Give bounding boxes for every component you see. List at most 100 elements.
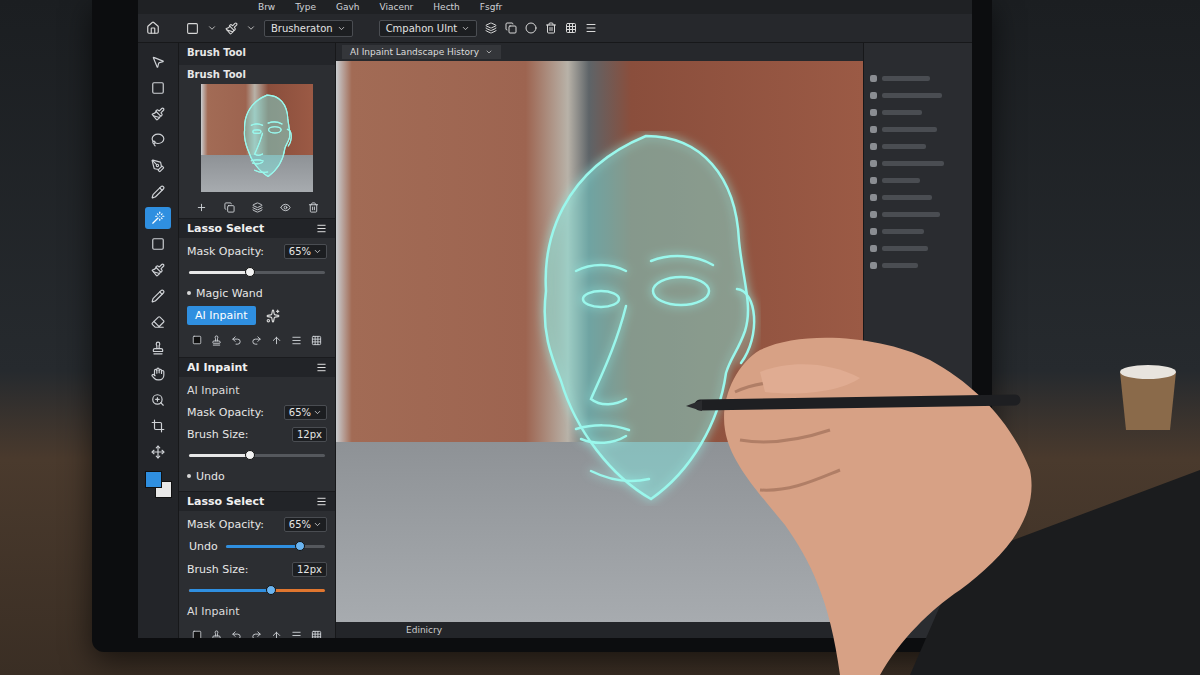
face-overlay[interactable] xyxy=(531,131,761,506)
marquee-icon[interactable] xyxy=(186,22,199,35)
circle-icon[interactable] xyxy=(525,22,537,34)
stamp-icon[interactable] xyxy=(211,630,222,639)
menu-item[interactable]: Brw xyxy=(258,2,275,12)
property-row[interactable] xyxy=(870,243,966,253)
menu-icon[interactable] xyxy=(316,223,327,234)
property-row[interactable] xyxy=(870,141,966,151)
property-bar xyxy=(882,178,920,183)
grid-icon[interactable] xyxy=(311,630,322,639)
undo-icon[interactable] xyxy=(231,335,242,346)
copy-icon[interactable] xyxy=(505,22,517,34)
select-box[interactable]: 65% xyxy=(284,244,327,259)
foreground-color[interactable] xyxy=(145,471,162,488)
tool-button[interactable] xyxy=(145,181,171,203)
property-row[interactable] xyxy=(870,158,966,168)
property-row[interactable] xyxy=(870,90,966,100)
tool-button[interactable] xyxy=(145,103,171,125)
street-photo[interactable] xyxy=(336,61,863,622)
arrow-up-icon[interactable] xyxy=(271,335,282,346)
tool-button[interactable] xyxy=(145,389,171,411)
tool-button[interactable] xyxy=(145,415,171,437)
redo-icon[interactable] xyxy=(251,335,262,346)
grid-icon[interactable] xyxy=(565,22,577,34)
property-row[interactable] xyxy=(870,192,966,202)
grid-icon[interactable] xyxy=(311,335,322,346)
layers-icon[interactable] xyxy=(252,202,263,213)
property-row[interactable] xyxy=(870,175,966,185)
menu-icon[interactable] xyxy=(316,362,327,373)
slider-track[interactable] xyxy=(189,454,325,457)
home-icon[interactable] xyxy=(146,21,160,35)
property-row[interactable] xyxy=(870,226,966,236)
square-icon[interactable] xyxy=(192,630,202,638)
mode-dropdown[interactable]: Cmpahon Ulnt xyxy=(379,20,478,37)
select-box[interactable]: 65% xyxy=(284,517,327,532)
slider-track[interactable] xyxy=(189,271,325,274)
menu-icon[interactable] xyxy=(291,630,302,639)
property-row[interactable] xyxy=(870,73,966,83)
section-header[interactable]: Lasso Select xyxy=(179,219,335,238)
menu-icon[interactable] xyxy=(316,496,327,507)
tool-button[interactable] xyxy=(145,155,171,177)
ai-inpaint-button[interactable]: AI Inpaint xyxy=(187,306,256,325)
eye-icon[interactable] xyxy=(280,202,291,213)
menu-item[interactable]: Type xyxy=(295,2,316,12)
wand-icon xyxy=(151,211,165,225)
tool-button[interactable] xyxy=(145,77,171,99)
tool-button[interactable] xyxy=(145,207,171,229)
section-header[interactable]: Lasso Select xyxy=(179,492,335,511)
property-row[interactable] xyxy=(870,260,966,270)
property-row[interactable] xyxy=(870,107,966,117)
slider-track[interactable] xyxy=(226,545,325,548)
tool-button[interactable] xyxy=(145,311,171,333)
value-field[interactable]: 12px xyxy=(292,562,327,577)
plus-icon[interactable] xyxy=(196,202,207,213)
value-field[interactable]: 12px xyxy=(292,427,327,442)
section-header[interactable]: AI Inpaint xyxy=(179,358,335,377)
tool-button[interactable] xyxy=(145,233,171,255)
sparkles-icon[interactable] xyxy=(266,309,280,323)
slider-knob[interactable] xyxy=(295,541,305,551)
menu-icon[interactable] xyxy=(585,22,597,34)
bullet-row[interactable]: Undo xyxy=(179,467,335,485)
stamp-icon[interactable] xyxy=(211,335,222,346)
redo-icon[interactable] xyxy=(251,630,262,639)
slider-track[interactable] xyxy=(189,589,325,592)
layers-icon[interactable] xyxy=(485,22,497,34)
tool-button[interactable] xyxy=(145,337,171,359)
bullet-row[interactable]: Magic Wand xyxy=(179,284,335,302)
property-icon xyxy=(870,194,877,201)
tool-button[interactable] xyxy=(145,259,171,281)
tool-button[interactable] xyxy=(145,51,171,73)
menu-item[interactable]: Hecth xyxy=(433,2,460,12)
menu-item[interactable]: Gavh xyxy=(336,2,360,12)
zoom-icon xyxy=(151,393,165,407)
undo-icon[interactable] xyxy=(231,630,242,639)
brush-icon[interactable] xyxy=(225,22,238,35)
trash-icon[interactable] xyxy=(545,22,557,34)
select-box[interactable]: 65% xyxy=(284,405,327,420)
menu-icon[interactable] xyxy=(291,335,302,346)
chevron-down-icon[interactable] xyxy=(246,23,256,33)
property-row[interactable] xyxy=(870,124,966,134)
color-swatch[interactable] xyxy=(145,471,171,497)
slider-knob[interactable] xyxy=(245,450,255,460)
property-bar xyxy=(882,195,932,200)
square-icon[interactable] xyxy=(192,335,202,345)
property-row[interactable] xyxy=(870,209,966,219)
preset-dropdown[interactable]: Brusheraton xyxy=(264,20,353,37)
slider-knob[interactable] xyxy=(245,267,255,277)
tool-button[interactable] xyxy=(145,363,171,385)
chevron-down-icon[interactable] xyxy=(207,23,217,33)
slider-label[interactable]: Undo xyxy=(189,540,218,553)
document-tab[interactable]: AI Inpaint Landscape History xyxy=(342,45,501,59)
tool-button[interactable] xyxy=(145,129,171,151)
copy-icon[interactable] xyxy=(224,202,235,213)
slider-knob[interactable] xyxy=(266,585,276,595)
menu-item[interactable]: Viacenr xyxy=(379,2,413,12)
arrow-up-icon[interactable] xyxy=(271,630,282,639)
tool-button[interactable] xyxy=(145,285,171,307)
menu-item[interactable]: Fsgfr xyxy=(480,2,502,12)
tool-button[interactable] xyxy=(145,441,171,463)
trash-icon[interactable] xyxy=(308,202,319,213)
